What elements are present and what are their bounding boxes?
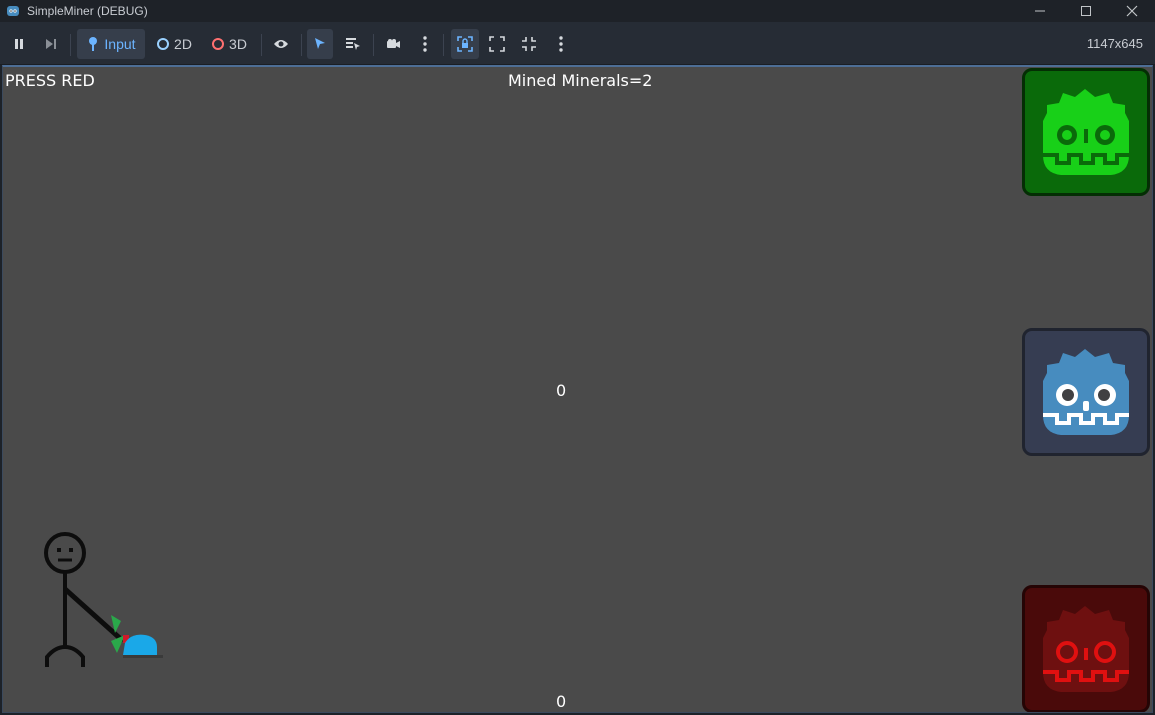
eye-icon <box>274 40 288 48</box>
green-robot-face-icon <box>1043 89 1129 175</box>
cursor-arrow-icon <box>315 38 325 49</box>
window-title: SimpleMiner (DEBUG) <box>27 4 148 18</box>
mined-minerals-text: Mined Minerals=2 <box>508 71 653 90</box>
game-viewport[interactable]: PRESS RED Mined Minerals=2 0 0 <box>2 65 1153 713</box>
debug-toolbar: Input 2D 3D 1147x645 <box>0 22 1155 65</box>
frame-lock-icon <box>457 36 473 52</box>
more-vertical-icon <box>423 36 427 52</box>
more-options-button-2[interactable] <box>550 29 572 59</box>
counter-bottom: 0 <box>556 692 567 711</box>
title-bar: SimpleMiner (DEBUG) <box>0 0 1155 22</box>
camera-override-button[interactable] <box>451 29 479 59</box>
expand-icon <box>489 36 505 52</box>
input-mode-button[interactable]: Input <box>77 29 145 59</box>
close-icon <box>1126 5 1138 17</box>
pause-icon <box>15 39 23 49</box>
pause-button[interactable] <box>7 29 31 59</box>
visibility-button[interactable] <box>268 29 294 59</box>
minimize-button[interactable] <box>1017 0 1063 22</box>
mode-3d-label: 3D <box>229 36 247 52</box>
fit-button[interactable] <box>516 29 542 59</box>
blue-robot-button[interactable] <box>1022 328 1150 456</box>
next-frame-icon <box>46 39 56 49</box>
ring-3d-icon <box>212 38 225 50</box>
counter-middle: 0 <box>556 381 567 400</box>
input-mode-label: Input <box>104 36 136 52</box>
minimize-icon <box>1035 10 1045 12</box>
joystick-icon <box>89 37 98 51</box>
fullscreen-button[interactable] <box>484 29 510 59</box>
green-robot-button[interactable] <box>1022 68 1150 196</box>
more-vertical-icon <box>559 36 563 52</box>
maximize-button[interactable] <box>1063 0 1109 22</box>
select-tool-button[interactable] <box>307 29 333 59</box>
camera-button[interactable] <box>380 29 406 59</box>
list-select-button[interactable] <box>340 29 366 59</box>
mode-2d-label: 2D <box>174 36 192 52</box>
miner-character <box>44 532 163 667</box>
godot-app-icon <box>7 6 19 16</box>
blue-robot-face-icon <box>1043 349 1129 435</box>
maximize-icon <box>1081 6 1091 16</box>
close-button[interactable] <box>1109 0 1155 22</box>
more-options-button-1[interactable] <box>414 29 436 59</box>
mode-2d-button[interactable]: 2D <box>151 29 197 59</box>
camera-icon <box>387 39 400 48</box>
red-robot-button[interactable] <box>1022 585 1150 712</box>
red-robot-face-icon <box>1043 606 1129 692</box>
list-cursor-icon <box>346 38 360 50</box>
resolution-readout: 1147x645 <box>1086 36 1143 51</box>
mode-3d-button[interactable]: 3D <box>205 29 253 59</box>
instruction-text: PRESS RED <box>5 71 95 90</box>
ring-2d-icon <box>157 38 170 50</box>
next-frame-button[interactable] <box>39 29 63 59</box>
compress-icon <box>522 37 536 51</box>
